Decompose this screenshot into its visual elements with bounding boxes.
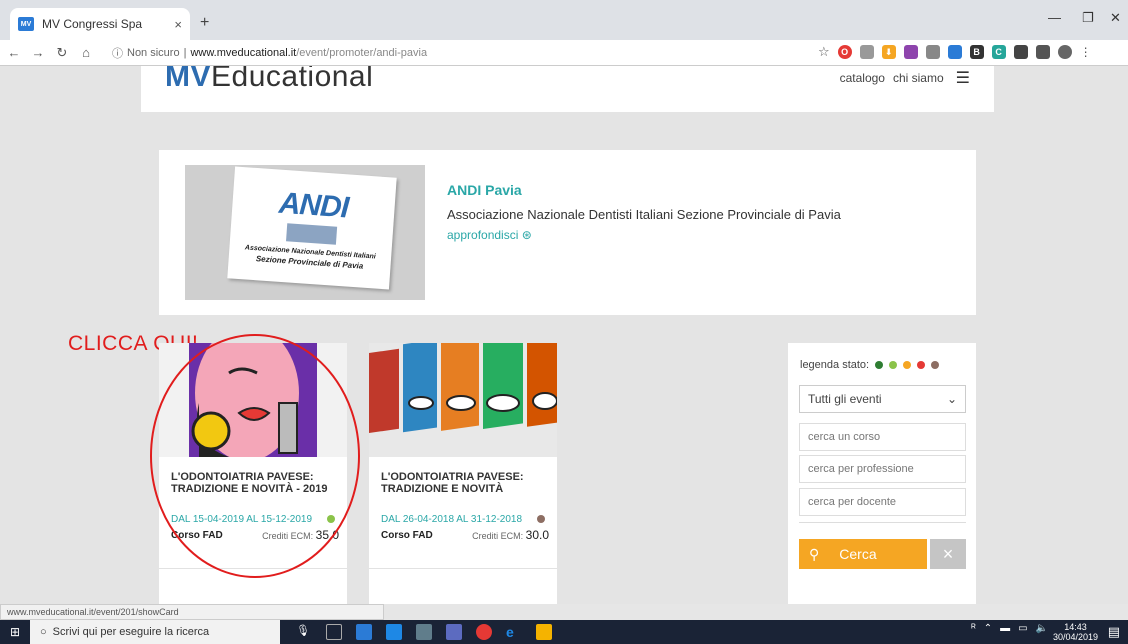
minimize-icon[interactable]: —	[1048, 10, 1061, 25]
web-page: MVEducational catalogo chi siamo ☰ ANDI …	[0, 66, 1128, 604]
top-nav: catalogo chi siamo ☰	[840, 68, 970, 88]
search-icon: ⚲	[809, 545, 820, 562]
microphone-icon[interactable]: 🎙	[296, 624, 312, 640]
extension-icon[interactable]	[1013, 45, 1028, 59]
nav-chi-siamo[interactable]: chi siamo	[893, 71, 944, 85]
clear-button[interactable]: ×	[930, 539, 966, 569]
extensions-area: ☆ O ⬇ B C ⋮	[818, 44, 1092, 60]
favicon-icon: MV	[18, 17, 34, 31]
taskbar-clock[interactable]: 14:43 30/04/2019	[1053, 622, 1098, 642]
site-header: MVEducational catalogo chi siamo ☰	[141, 66, 994, 112]
extension-c-icon[interactable]: C	[991, 45, 1006, 59]
new-tab-icon[interactable]: +	[200, 14, 209, 32]
event-type: Corso FAD	[381, 530, 433, 541]
volume-icon[interactable]: 🔈	[1036, 623, 1048, 634]
maximize-icon[interactable]: ❐	[1082, 10, 1094, 26]
event-credits: Crediti ECM: 30.0	[472, 528, 549, 542]
event-card[interactable]: L'ODONTOIATRIA PAVESE: TRADIZIONE E NOVI…	[369, 343, 557, 604]
status-legend: legenda stato:	[800, 359, 940, 371]
event-filter-select[interactable]: Tutti gli eventi ⌄	[799, 385, 966, 413]
promoter-name: ANDI Pavia	[447, 182, 522, 198]
close-window-icon[interactable]: ✕	[1110, 10, 1121, 26]
site-logo[interactable]: MVEducational	[165, 66, 373, 94]
taskbar: ⊞ ○ Scrivi qui per eseguire la ricerca 🎙…	[0, 620, 1128, 644]
app-icon[interactable]	[356, 624, 372, 640]
hamburger-icon[interactable]: ☰	[956, 68, 970, 88]
search-button[interactable]: ⚲ Cerca	[799, 539, 927, 569]
taskbar-search[interactable]: ○ Scrivi qui per eseguire la ricerca	[30, 620, 280, 644]
url-host: www.mveducational.it	[190, 47, 297, 59]
network-icon[interactable]: ▭	[1018, 623, 1027, 634]
event-image-smiles[interactable]	[369, 343, 557, 457]
app-icon[interactable]	[446, 624, 462, 640]
chevron-down-icon: ⌄	[946, 392, 957, 406]
extension-icon[interactable]	[903, 45, 918, 59]
legend-dot	[917, 361, 926, 369]
chevron-up-icon[interactable]: ⌃	[984, 623, 992, 634]
reload-icon[interactable]: ↻	[52, 45, 72, 61]
tab-mv-congressi[interactable]: MV MV Congressi Spa ×	[10, 8, 190, 40]
bookmark-star-icon[interactable]: ☆	[818, 44, 830, 60]
download-icon[interactable]: ⬇	[881, 45, 896, 59]
andi-logo: ANDI	[277, 186, 350, 225]
search-teacher-input[interactable]: cerca per docente	[799, 488, 966, 516]
event-title[interactable]: L'ODONTOIATRIA PAVESE: TRADIZIONE E NOVI…	[381, 471, 551, 495]
profile-avatar-icon[interactable]	[1057, 45, 1072, 59]
battery-icon[interactable]: ▬	[1000, 623, 1010, 634]
forward-icon[interactable]: →	[28, 45, 48, 60]
arrow-circle-icon: ⊛	[521, 228, 532, 242]
windows-start-icon[interactable]: ⊞	[0, 625, 30, 639]
app-icon[interactable]	[416, 624, 432, 640]
info-icon[interactable]: ⓘ	[112, 45, 123, 61]
home-icon[interactable]: ⌂	[76, 45, 96, 60]
file-explorer-icon[interactable]	[536, 624, 552, 640]
edge-icon[interactable]: e	[506, 624, 522, 640]
legend-dot	[903, 361, 912, 369]
legend-dot	[931, 361, 940, 369]
people-icon[interactable]: ᴿ	[971, 623, 976, 634]
address-bar[interactable]: ⓘ Non sicuro | www.mveducational.it /eve…	[112, 43, 822, 63]
extension-icon[interactable]	[859, 45, 874, 59]
extension-new-icon[interactable]	[947, 45, 962, 59]
promoter-image: ANDI Associazione Nazionale Dentisti Ita…	[185, 165, 425, 300]
task-view-icon[interactable]	[326, 624, 342, 640]
status-dot	[537, 515, 545, 523]
opera-extension-icon[interactable]: O	[837, 45, 852, 59]
cortana-icon: ○	[40, 626, 47, 638]
security-label: Non sicuro	[127, 47, 180, 59]
seal-image	[286, 223, 338, 245]
browser-tabstrip: MV MV Congressi Spa × + — ❐ ✕	[0, 0, 1128, 40]
promoter-card: ANDI Associazione Nazionale Dentisti Ita…	[159, 150, 976, 315]
filter-panel: legenda stato: Tutti gli eventi ⌄ cerca …	[788, 343, 976, 604]
camera-icon[interactable]	[925, 45, 940, 59]
tab-title: MV Congressi Spa	[42, 17, 143, 31]
menu-dots-icon[interactable]: ⋮	[1080, 45, 1092, 59]
nav-catalogo[interactable]: catalogo	[840, 71, 885, 85]
tab-close-icon[interactable]: ×	[174, 17, 182, 32]
approfondisci-link[interactable]: approfondisci ⊛	[447, 228, 532, 242]
back-icon[interactable]: ←	[4, 45, 24, 60]
browser-toolbar: ← → ↻ ⌂ ⓘ Non sicuro | www.mveducational…	[0, 40, 1128, 66]
notifications-icon[interactable]: ▤	[1108, 624, 1120, 640]
system-tray: ᴿ ⌃ ▬ ▭ 🔈	[971, 623, 1048, 634]
chrome-icon[interactable]	[476, 624, 492, 640]
url-path: /event/promoter/andi-pavia	[296, 47, 428, 59]
promoter-description: Associazione Nazionale Dentisti Italiani…	[447, 207, 841, 222]
status-url: www.mveducational.it/event/201/showCard	[0, 604, 384, 620]
search-course-input[interactable]: cerca un corso	[799, 423, 966, 451]
extension-icon[interactable]	[1035, 45, 1050, 59]
app-icon[interactable]	[386, 624, 402, 640]
event-dates: DAL 26-04-2018 AL 31-12-2018	[381, 514, 523, 525]
legend-dot	[875, 361, 884, 369]
extension-b-icon[interactable]: B	[969, 45, 984, 59]
legend-dot	[889, 361, 898, 369]
annotation-circle	[150, 334, 360, 578]
search-profession-input[interactable]: cerca per professione	[799, 455, 966, 483]
